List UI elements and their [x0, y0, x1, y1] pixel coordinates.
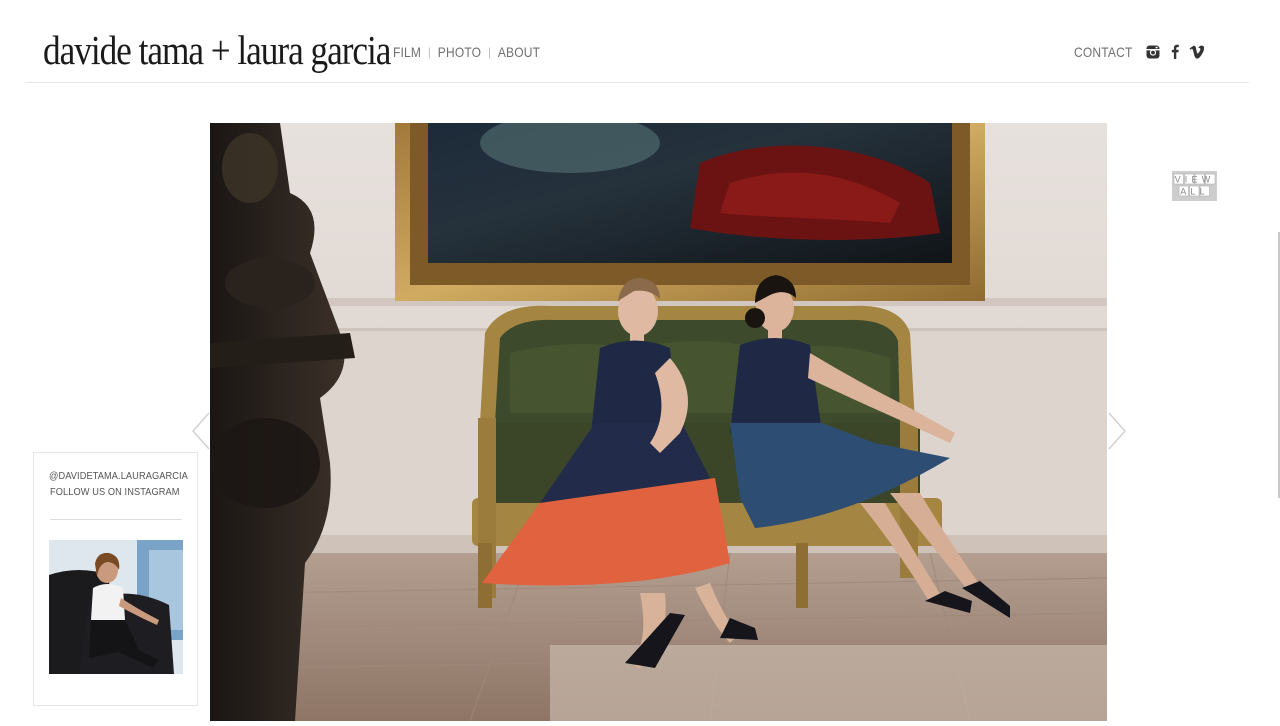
gallery-photo[interactable]: [210, 123, 1107, 721]
site-logo[interactable]: davide tama + laura garcia: [43, 24, 391, 76]
instagram-thumbnail[interactable]: [49, 540, 183, 674]
main-nav: FILM | PHOTO | ABOUT: [393, 44, 540, 60]
nav-separator: |: [428, 45, 431, 59]
nav-photo-link[interactable]: PHOTO: [438, 44, 481, 60]
header-divider: [25, 82, 1249, 83]
instagram-handle[interactable]: @DAVIDETAMA.LAURAGARCIA: [49, 470, 188, 482]
chevron-right-icon[interactable]: [1107, 412, 1127, 450]
chevron-left-icon[interactable]: [191, 412, 211, 450]
view-all-line1: VIEW: [1175, 175, 1215, 185]
instagram-widget: @DAVIDETAMA.LAURAGARCIA FOLLOW US ON INS…: [33, 452, 198, 706]
nav-about-link[interactable]: ABOUT: [498, 44, 540, 60]
facebook-icon[interactable]: [1167, 44, 1182, 59]
widget-divider: [50, 519, 182, 520]
view-all-button[interactable]: VIEW ALL: [1172, 171, 1217, 201]
view-all-line2: ALL: [1180, 187, 1209, 197]
instagram-icon[interactable]: [1145, 44, 1160, 59]
vimeo-icon[interactable]: [1189, 44, 1204, 59]
instagram-follow-text: FOLLOW US ON INSTAGRAM: [50, 486, 180, 498]
nav-separator: |: [488, 45, 491, 59]
nav-film-link[interactable]: FILM: [393, 44, 421, 60]
contact-nav: CONTACT: [1074, 44, 1133, 60]
social-links: [1145, 44, 1204, 59]
nav-contact-link[interactable]: CONTACT: [1074, 44, 1133, 60]
